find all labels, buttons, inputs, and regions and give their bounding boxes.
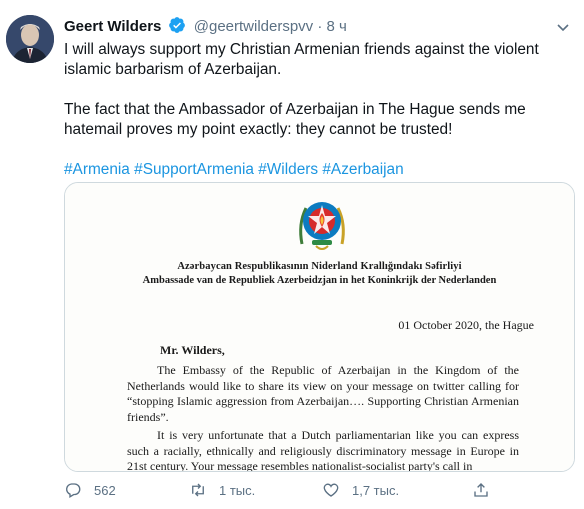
tweet-text-line-2: The fact that the Ambassador of Azerbaij… bbox=[64, 101, 526, 138]
avatar[interactable] bbox=[6, 15, 54, 63]
heart-icon bbox=[323, 483, 339, 497]
like-button[interactable]: 1,7 тыс. bbox=[322, 481, 399, 499]
azerbaijan-emblem-icon bbox=[299, 202, 345, 250]
separator-dot: · bbox=[317, 18, 323, 35]
timestamp[interactable]: 8 ч bbox=[327, 18, 347, 35]
reply-button[interactable]: 562 bbox=[64, 481, 116, 499]
retweet-icon bbox=[192, 483, 204, 497]
letter-salutation: Mr. Wilders, bbox=[160, 343, 225, 357]
tweet-header: Geert Wilders @geertwilderspvv · 8 ч bbox=[64, 16, 347, 40]
tweet[interactable]: Geert Wilders @geertwilderspvv · 8 ч I w… bbox=[0, 0, 584, 509]
letterhead-dutch: Ambassade van de Republiek Azerbeidzjan … bbox=[142, 275, 497, 286]
letter-document: Azərbaycan Respublikasının Niderland Kra… bbox=[65, 183, 574, 471]
reply-icon bbox=[66, 483, 81, 498]
tweet-text: I will always support my Christian Armen… bbox=[64, 40, 574, 180]
letter-body: The Embassy of the Republic of Azerbaija… bbox=[127, 363, 519, 472]
retweet-button[interactable]: 1 тыс. bbox=[189, 481, 255, 499]
reply-count: 562 bbox=[94, 482, 116, 498]
hashtags: #Armenia #SupportArmenia #Wilders #Azerb… bbox=[64, 160, 574, 180]
author-name[interactable]: Geert Wilders bbox=[64, 18, 161, 35]
attached-image[interactable]: Azərbaycan Respublikasının Niderland Kra… bbox=[64, 182, 575, 472]
more-options-chevron-down-icon[interactable] bbox=[554, 18, 572, 36]
hashtag-link[interactable]: #Wilders bbox=[258, 161, 318, 178]
tweet-text-line-1: I will always support my Christian Armen… bbox=[64, 41, 539, 78]
verified-badge-icon bbox=[168, 16, 186, 40]
letter-paragraph: It is very unfortunate that a Dutch parl… bbox=[127, 428, 519, 472]
share-icon bbox=[474, 483, 488, 497]
hashtag-link[interactable]: #Armenia bbox=[64, 161, 130, 178]
hashtag-link[interactable]: #Azerbaijan bbox=[322, 161, 403, 178]
author-handle[interactable]: @geertwilderspvv bbox=[194, 18, 313, 35]
letterhead-azerbaijani: Azərbaycan Respublikasının Niderland Kra… bbox=[177, 261, 462, 272]
tweet-actions: 562 1 тыс. 1,7 тыс. bbox=[64, 481, 504, 501]
hashtag-link[interactable]: #SupportArmenia bbox=[134, 161, 254, 178]
like-count: 1,7 тыс. bbox=[352, 482, 400, 498]
share-button[interactable] bbox=[472, 481, 490, 499]
letter-paragraph: The Embassy of the Republic of Azerbaija… bbox=[127, 363, 519, 424]
letter-date: 01 October 2020, the Hague bbox=[398, 318, 534, 332]
retweet-count: 1 тыс. bbox=[219, 482, 256, 498]
